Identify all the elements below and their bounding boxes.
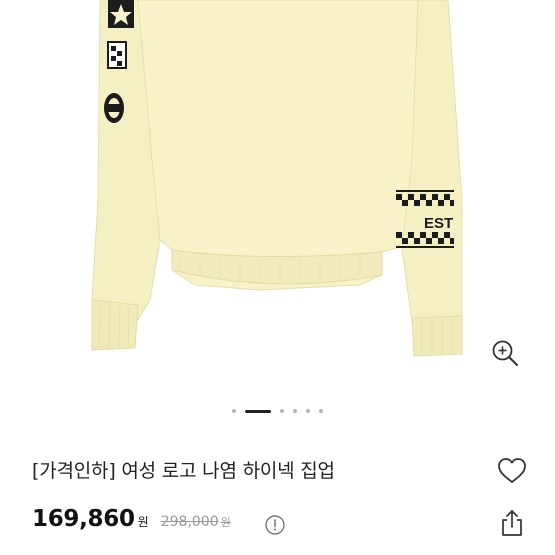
zoom-button[interactable] — [490, 338, 530, 378]
sale-price: 169,860 — [32, 506, 135, 532]
sleeve-print-text: EST — [424, 215, 453, 232]
carousel-dot[interactable] — [293, 409, 297, 413]
price-info-button[interactable] — [262, 512, 288, 538]
wishlist-button[interactable] — [494, 453, 530, 489]
info-circle-icon — [265, 515, 285, 535]
carousel-dot[interactable] — [232, 409, 236, 413]
carousel-dot[interactable] — [280, 409, 284, 413]
sale-currency: 원 — [137, 515, 149, 529]
carousel-dot-active[interactable] — [245, 409, 271, 413]
carousel-dot[interactable] — [306, 409, 310, 413]
carousel-indicator — [0, 405, 555, 417]
price-row: 169,860 원 298,000 원 — [32, 506, 231, 532]
sweatshirt-illustration: EST — [91, 0, 463, 357]
zoom-in-icon — [492, 340, 518, 366]
product-image[interactable]: EST — [0, 0, 555, 400]
share-button[interactable] — [494, 505, 530, 541]
sleeve-patch-flags — [107, 41, 127, 69]
product-title: [가격인하] 여성 로고 나염 하이넥 집업 — [32, 460, 335, 482]
share-icon — [502, 510, 522, 536]
sleeve-patch-star — [108, 0, 134, 28]
original-currency: 원 — [220, 516, 231, 529]
heart-outline-icon — [498, 458, 526, 483]
original-price: 298,000 — [160, 514, 219, 530]
sleeve-patch-oval — [104, 93, 124, 123]
carousel-dot[interactable] — [319, 409, 323, 413]
